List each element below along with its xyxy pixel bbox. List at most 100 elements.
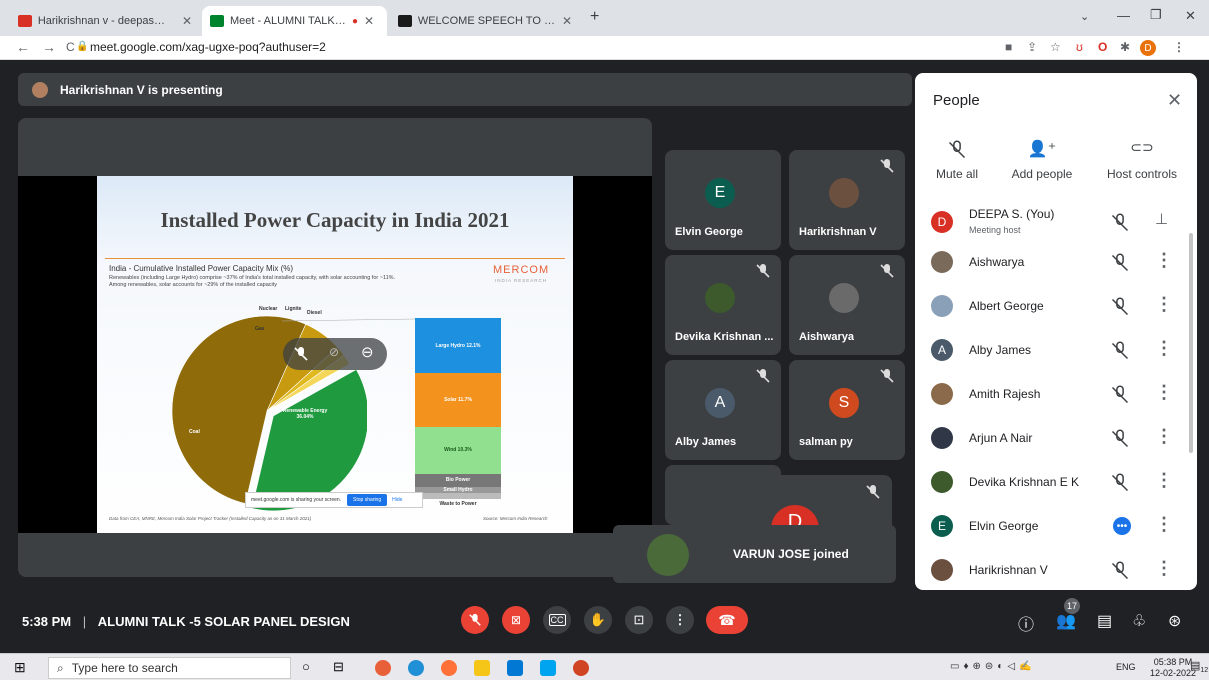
- search-icon: ⌕: [57, 660, 64, 675]
- more-options-icon[interactable]: ⋮: [1155, 558, 1173, 579]
- participant-row[interactable]: Aishwarya ⋮: [915, 241, 1185, 285]
- add-people-button[interactable]: 👤⁺ Add people: [997, 139, 1087, 181]
- new-tab-button[interactable]: +: [590, 8, 599, 26]
- app-icon[interactable]: [540, 660, 556, 676]
- mail-icon[interactable]: [507, 660, 523, 676]
- more-options-icon[interactable]: ⋮: [1155, 426, 1173, 447]
- participant-tile[interactable]: S salman py: [789, 360, 905, 460]
- participant-row[interactable]: Arjun A Nair ⋮: [915, 417, 1185, 461]
- raise-hand-button[interactable]: ✋: [584, 606, 612, 634]
- scrollbar[interactable]: [1189, 233, 1193, 453]
- chrome-icon[interactable]: [375, 660, 391, 676]
- mic-off-icon[interactable]: [1110, 341, 1130, 361]
- participant-row[interactable]: Harikrishnan V ⋮: [915, 549, 1185, 590]
- tab-meet[interactable]: Meet - ALUMNI TALK -5 SOL ● ✕: [202, 6, 387, 36]
- taskbar-search[interactable]: ⌕ Type here to search: [48, 657, 291, 679]
- tab-speech[interactable]: WELCOME SPEECH TO MEET ALU ✕: [390, 6, 580, 36]
- share-icon[interactable]: ⇪: [1027, 40, 1037, 54]
- pie-label-diesel: Diesel: [307, 310, 322, 316]
- close-tab-icon[interactable]: ✕: [182, 14, 192, 28]
- url-field[interactable]: meet.google.com/xag-ugxe-poq?authuser=2: [90, 40, 326, 54]
- people-icon[interactable]: 👥: [1056, 611, 1076, 631]
- leave-call-button[interactable]: ☎: [706, 606, 748, 634]
- hide-button[interactable]: Hide: [392, 497, 402, 503]
- participant-row[interactable]: Devika Krishnan E K ⋮: [915, 461, 1185, 505]
- mute-all-button[interactable]: Mute all: [915, 139, 1002, 181]
- close-tab-icon[interactable]: ✕: [562, 14, 572, 28]
- present-button[interactable]: ⊡: [625, 606, 653, 634]
- forward-icon[interactable]: →: [42, 39, 56, 55]
- participant-tile[interactable]: Harikrishnan V: [789, 150, 905, 250]
- pie-label-nuclear: Nuclear: [259, 306, 278, 312]
- mic-off-icon[interactable]: [1110, 385, 1130, 405]
- bar-segment: Solar 11.7%: [415, 373, 501, 427]
- mic-off-icon[interactable]: [1110, 213, 1130, 233]
- participant-avatar: [931, 295, 953, 317]
- host-controls-button[interactable]: ⊂⊃ Host controls: [1097, 139, 1187, 181]
- mic-off-icon[interactable]: [1110, 253, 1130, 273]
- profile-avatar[interactable]: D: [1140, 40, 1156, 56]
- task-view-icon[interactable]: ⊟: [333, 659, 344, 675]
- minimize-icon[interactable]: —: [1117, 8, 1130, 23]
- maximize-icon[interactable]: ❐: [1150, 7, 1162, 23]
- mic-off-icon[interactable]: [1110, 429, 1130, 449]
- chat-icon[interactable]: ▤: [1097, 611, 1112, 631]
- activities-icon[interactable]: ♧: [1132, 611, 1146, 631]
- toggle-icon: ⊂⊃: [1130, 139, 1154, 155]
- participant-row[interactable]: Amith Rajesh ⋮: [915, 373, 1185, 417]
- mic-off-icon[interactable]: [1110, 561, 1130, 581]
- participant-tile[interactable]: E Elvin George: [665, 150, 781, 250]
- meeting-details-icon[interactable]: ⓘ: [1018, 611, 1034, 635]
- minus-circle-icon[interactable]: ⊖: [361, 343, 374, 361]
- close-tab-icon[interactable]: ✕: [364, 14, 374, 28]
- mic-off-icon[interactable]: [1110, 297, 1130, 317]
- participant-name: Aishwarya: [969, 255, 1025, 269]
- participant-row[interactable]: Albert George ⋮: [915, 285, 1185, 329]
- participant-tile[interactable]: Aishwarya: [789, 255, 905, 355]
- host-controls-icon[interactable]: ⊛: [1168, 611, 1181, 631]
- camera-toggle-button[interactable]: ⊠: [502, 606, 530, 634]
- windows-start-icon[interactable]: ⊞: [14, 659, 26, 676]
- mic-off-icon[interactable]: [1110, 473, 1130, 493]
- participant-tile[interactable]: A Alby James: [665, 360, 781, 460]
- stop-sharing-button[interactable]: Stop sharing: [347, 494, 388, 506]
- back-icon[interactable]: ←: [16, 39, 30, 55]
- powerpoint-icon[interactable]: [573, 660, 589, 676]
- file-explorer-icon[interactable]: [474, 660, 490, 676]
- close-window-icon[interactable]: ✕: [1185, 8, 1196, 24]
- more-options-icon[interactable]: ⋮: [1155, 514, 1173, 535]
- notification-icon[interactable]: ▤12: [1190, 659, 1208, 674]
- remove-icon[interactable]: ⊘: [329, 345, 339, 359]
- more-options-icon[interactable]: ⋮: [1155, 250, 1173, 271]
- tab-search-icon[interactable]: ⌄: [1080, 10, 1089, 23]
- pin-icon[interactable]: ⊥: [1155, 210, 1168, 228]
- mic-off-icon[interactable]: [293, 346, 309, 362]
- more-options-icon[interactable]: ⋮: [1155, 470, 1173, 491]
- participant-row[interactable]: A Alby James ⋮: [915, 329, 1185, 373]
- more-options-icon[interactable]: ⋮: [1155, 294, 1173, 315]
- menu-dots-icon[interactable]: ⋮: [1173, 40, 1185, 54]
- more-options-icon[interactable]: ⋮: [1155, 338, 1173, 359]
- extension-icon[interactable]: ʊ: [1076, 40, 1083, 54]
- participant-tile[interactable]: Devika Krishnan ...: [665, 255, 781, 355]
- captions-button[interactable]: CC: [543, 606, 571, 634]
- doc-icon: [398, 15, 412, 27]
- extensions-puzzle-icon[interactable]: ✱: [1120, 40, 1130, 54]
- tab-gmail[interactable]: Harikrishnan v - deepas@scmsgr ✕: [10, 6, 200, 36]
- bookmark-star-icon[interactable]: ☆: [1050, 40, 1061, 54]
- edge-icon[interactable]: [408, 660, 424, 676]
- cortana-icon[interactable]: ○: [302, 659, 310, 674]
- close-icon[interactable]: ✕: [1167, 90, 1182, 111]
- mic-toggle-button[interactable]: [461, 606, 489, 634]
- participant-avatar: [931, 471, 953, 493]
- opera-icon[interactable]: O: [1098, 40, 1107, 54]
- camera-icon[interactable]: ■: [1005, 40, 1012, 54]
- reload-icon[interactable]: C: [66, 40, 75, 54]
- firefox-icon[interactable]: [441, 660, 457, 676]
- more-options-icon[interactable]: ⋮: [1155, 382, 1173, 403]
- participant-row[interactable]: E Elvin George ••• ⋮: [915, 505, 1185, 549]
- participant-row[interactable]: D DEEPA S. (You) Meeting host ⊥: [915, 201, 1185, 245]
- more-options-button[interactable]: ⋮: [666, 606, 694, 634]
- language-indicator[interactable]: ENG: [1116, 662, 1136, 672]
- system-tray-icons[interactable]: ▭♦⊕⊜◐◁✍: [950, 661, 1036, 672]
